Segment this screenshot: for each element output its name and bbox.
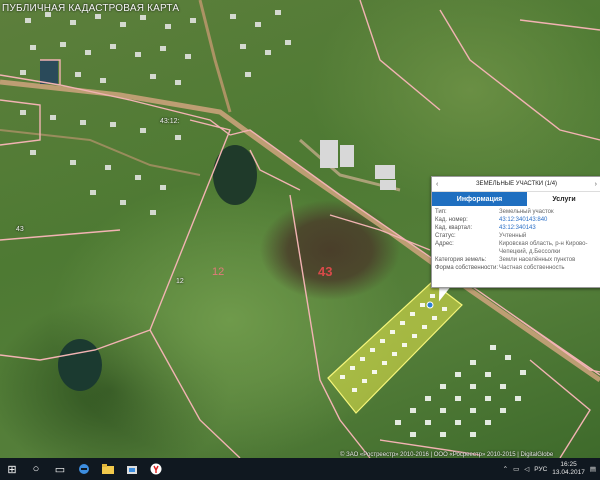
pond (40, 60, 58, 84)
new-parcels (395, 345, 526, 437)
attr-row: Кад. номер: 43:12:340143:840 (435, 216, 598, 224)
attr-value: Частная собственность (499, 265, 565, 271)
cadastral-label: 43:12: (160, 118, 180, 125)
clock-time: 16:25 (560, 461, 577, 468)
attr-row: Тип: Земельный участок (435, 208, 598, 216)
language-indicator[interactable]: РУС (534, 466, 547, 473)
system-tray: ⌃ ▭ ◁ РУС 16:25 13.04.2017 ▤ (503, 461, 600, 477)
attr-key: Кад. номер: (435, 217, 468, 223)
file-explorer-icon[interactable] (96, 458, 120, 480)
next-result-button[interactable]: › (595, 181, 597, 188)
tab-services[interactable]: Услуги (527, 192, 600, 206)
attr-key: Адрес: (435, 241, 454, 247)
popup-header: ‹ ЗЕМЕЛЬНЫЕ УЧАСТКИ (1/4) › (432, 177, 600, 192)
popup-title: ЗЕМЕЛЬНЫЕ УЧАСТКИ (1/4) (475, 181, 558, 187)
attr-row: Адрес: Кировская область, р-н Кирово-Чепе… (435, 240, 598, 256)
attr-value: Земли населённых пунктов (499, 257, 576, 263)
pond (213, 145, 257, 205)
attr-row: Форма собственности: Частная собственност… (435, 264, 598, 272)
search-icon[interactable]: ○ (24, 458, 48, 480)
attr-key: Статус: (435, 233, 456, 239)
clock-date: 13.04.2017 (552, 469, 585, 476)
attr-key: Категория земель: (435, 257, 487, 263)
attr-row: Категория земель: Земли населённых пункто… (435, 256, 598, 264)
chevron-up-icon[interactable]: ⌃ (503, 465, 508, 473)
taskbar: ⊞ ○ ▭ ⌃ ▭ ◁ РУС 16:25 13.04.2017 ▤ (0, 458, 600, 480)
store-icon[interactable] (120, 458, 144, 480)
attr-value: Земельный участок (499, 209, 554, 215)
volume-icon[interactable]: ◁ (524, 465, 529, 473)
shopping-bag-icon (127, 466, 137, 474)
popup-tabs: Информация Услуги (432, 192, 600, 206)
prev-result-button[interactable]: ‹ (436, 181, 438, 188)
attr-key: Кад. квартал: (435, 225, 473, 231)
yandex-browser-icon[interactable] (144, 458, 168, 480)
cadastral-label: 12 (176, 278, 184, 285)
edge-icon (79, 464, 89, 474)
cadastral-number-link[interactable]: 43:12:340143:840 (499, 216, 598, 224)
attr-value: Учтенный (499, 233, 527, 239)
parcel-number-label: 12 (212, 266, 225, 278)
cadastral-quarter-link[interactable]: 43:12:340143 (499, 224, 598, 232)
parcel-info-popup[interactable]: ‹ ЗЕМЕЛЬНЫЕ УЧАСТКИ (1/4) › Информация У… (431, 176, 600, 288)
cadastral-label: 43 (16, 226, 24, 233)
tab-information[interactable]: Информация (432, 192, 527, 206)
attr-key: Форма собственности: (435, 265, 499, 271)
notifications-icon[interactable]: ▤ (590, 465, 596, 473)
task-view-icon[interactable]: ▭ (48, 458, 72, 480)
yandex-icon (150, 463, 162, 475)
attr-key: Тип: (435, 209, 447, 215)
clock[interactable]: 16:25 13.04.2017 (552, 461, 585, 477)
start-button[interactable]: ⊞ (0, 458, 24, 480)
pond (58, 339, 102, 391)
map-title: ПУБЛИЧНАЯ КАДАСТРОВАЯ КАРТА (2, 3, 180, 14)
attr-row: Статус: Учтенный (435, 232, 598, 240)
parcel-number-label: 43 (318, 264, 333, 279)
folder-icon (102, 464, 114, 474)
farm-buildings (320, 140, 396, 190)
edge-browser-icon[interactable] (72, 458, 96, 480)
selection-marker (426, 301, 434, 309)
road-branch (198, 0, 232, 113)
attr-row: Кад. квартал: 43:12:340143 (435, 224, 598, 232)
popup-attributes: Тип: Земельный участок Кад. номер: 43:12:3… (432, 206, 600, 274)
network-icon[interactable]: ▭ (513, 465, 519, 473)
attr-value: Кировская область, р-н Кирово-Чепецкий, … (499, 241, 588, 255)
